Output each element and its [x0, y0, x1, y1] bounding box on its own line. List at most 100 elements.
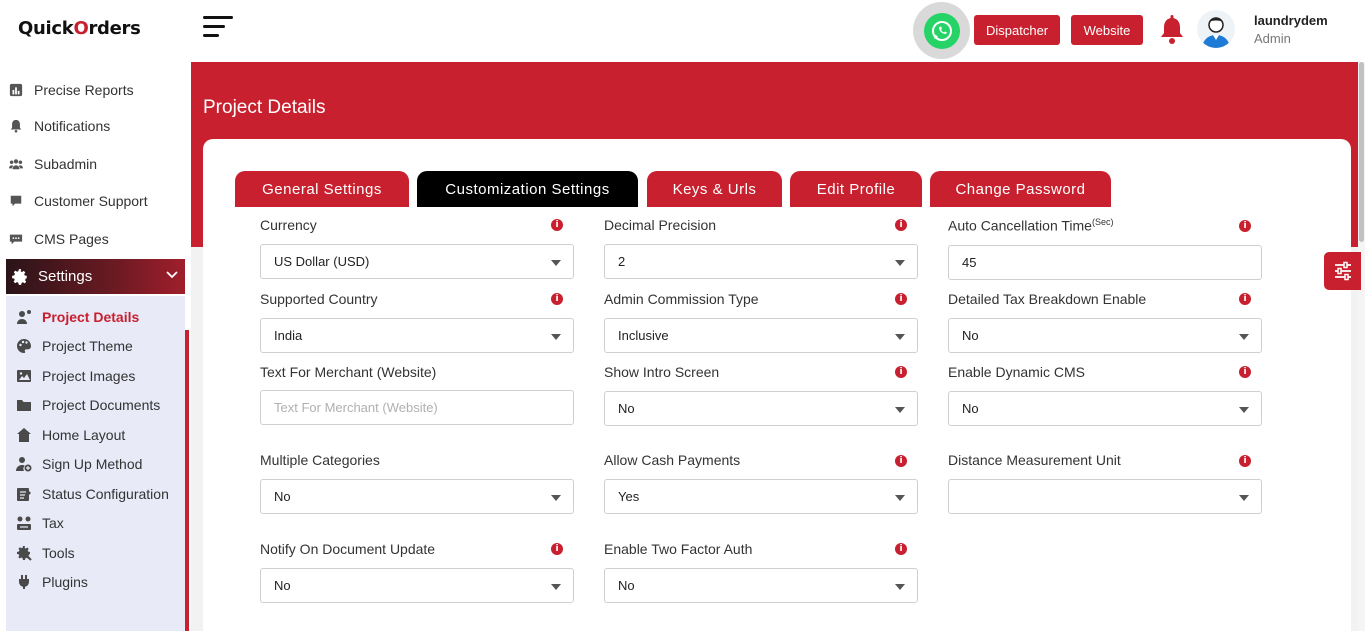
tab-edit-profile[interactable]: Edit Profile [790, 171, 922, 207]
detailed-tax-select[interactable]: No [948, 318, 1262, 353]
info-icon[interactable]: i [895, 543, 907, 555]
decimal-precision-value: 2 [618, 254, 626, 269]
multiple-categories-label: Multiple Categories [260, 452, 380, 468]
tools-icon [14, 544, 34, 562]
tax-icon [14, 514, 34, 532]
menu-toggle-icon[interactable] [203, 16, 235, 42]
submenu-item-label: Tax [42, 515, 64, 531]
admin-commission-type-label: Admin Commission Type [604, 291, 759, 307]
website-button[interactable]: Website [1071, 15, 1143, 45]
sidebar-item-cms-pages[interactable]: CMS Pages [0, 224, 191, 254]
enable-dynamic-cms-label: Enable Dynamic CMS [948, 364, 1085, 380]
tab-change-password[interactable]: Change Password [930, 171, 1111, 207]
auto-cancellation-input[interactable] [948, 245, 1262, 280]
submenu-item-home-layout[interactable]: Home Layout [14, 422, 125, 448]
currency-label: Currency [260, 217, 317, 233]
info-icon[interactable]: i [895, 366, 907, 378]
submenu-item-label: Project Documents [42, 397, 161, 413]
decimal-precision-select[interactable]: 2 [604, 244, 918, 279]
avatar[interactable] [1197, 10, 1235, 48]
submenu-item-plugins[interactable]: Plugins [14, 569, 88, 595]
info-icon[interactable]: i [551, 219, 563, 231]
two-factor-auth-label: Enable Two Factor Auth [604, 541, 753, 557]
sidebar-item-settings[interactable]: Settings [6, 259, 185, 294]
submenu-item-label: Plugins [42, 574, 88, 590]
multiple-categories-select[interactable]: No [260, 479, 574, 514]
show-intro-screen-select[interactable]: No [604, 391, 918, 426]
dispatcher-button[interactable]: Dispatcher [974, 15, 1060, 45]
submenu-item-label: Project Details [42, 309, 140, 325]
caret-down-icon [551, 495, 561, 501]
info-icon[interactable]: i [1239, 455, 1251, 467]
page-scrollbar[interactable] [1358, 62, 1365, 631]
supported-country-select[interactable]: India [260, 318, 574, 353]
caret-down-icon [551, 584, 561, 590]
info-icon[interactable]: i [895, 219, 907, 231]
info-icon[interactable]: i [1239, 366, 1251, 378]
sidebar-item-subadmin[interactable]: Subadmin [0, 149, 191, 179]
currency-select[interactable]: US Dollar (USD) [260, 244, 574, 279]
info-icon[interactable]: i [1239, 293, 1251, 305]
chat-icon [8, 231, 24, 247]
submenu-item-label: Tools [42, 545, 75, 561]
user-role: Admin [1254, 31, 1291, 46]
submenu-item-tax[interactable]: Tax [14, 510, 64, 536]
allow-cash-payments-select[interactable]: Yes [604, 479, 918, 514]
submenu-item-project-documents[interactable]: Project Documents [14, 392, 160, 418]
caret-down-icon [895, 260, 905, 266]
notify-document-update-label: Notify On Document Update [260, 541, 436, 557]
report-icon [8, 82, 24, 98]
info-icon[interactable]: i [551, 543, 563, 555]
info-icon[interactable]: i [895, 293, 907, 305]
tab-customization-settings[interactable]: Customization Settings [417, 171, 638, 207]
logo-text-rest: rders [88, 18, 141, 39]
submenu-item-tools[interactable]: Tools [14, 540, 75, 566]
sidebar-item-customer-support[interactable]: Customer Support [0, 186, 191, 216]
submenu-item-project-theme[interactable]: Project Theme [14, 333, 133, 359]
enable-dynamic-cms-select[interactable]: No [948, 391, 1262, 426]
two-factor-auth-value: No [618, 578, 635, 593]
info-icon[interactable]: i [1239, 220, 1251, 232]
tab-keys-urls[interactable]: Keys & Urls [647, 171, 782, 207]
sidebar-item-precise-reports[interactable]: Precise Reports [0, 75, 191, 105]
detailed-tax-value: No [962, 328, 979, 343]
whatsapp-icon [923, 12, 960, 49]
submenu-item-project-details[interactable]: Project Details [14, 304, 139, 330]
two-factor-auth-select[interactable]: No [604, 568, 918, 603]
info-icon[interactable]: i [551, 293, 563, 305]
notification-bell-icon[interactable] [1158, 15, 1186, 45]
sidebar-item-label: Settings [38, 268, 93, 285]
enable-dynamic-cms-value: No [962, 401, 979, 416]
submenu-item-sign-up-method[interactable]: Sign Up Method [14, 451, 142, 477]
home-icon [14, 426, 34, 444]
status-icon [14, 485, 34, 503]
gear-icon [10, 267, 30, 287]
distance-unit-label: Distance Measurement Unit [948, 452, 1121, 468]
tab-general-settings[interactable]: General Settings [235, 171, 409, 207]
admin-commission-type-value: Inclusive [618, 328, 669, 343]
settings-card [203, 139, 1351, 631]
submenu-item-project-images[interactable]: Project Images [14, 363, 135, 389]
palette-icon [14, 337, 34, 355]
user-plus-icon [14, 455, 34, 473]
submenu-item-label: Home Layout [42, 427, 126, 443]
top-header: Dispatcher Website laundrydem Admin [191, 0, 1365, 62]
notify-document-update-select[interactable]: No [260, 568, 574, 603]
logo[interactable]: QuickOrders [18, 18, 141, 39]
text-for-merchant-input[interactable] [260, 390, 574, 425]
info-icon[interactable]: i [895, 455, 907, 467]
project-icon [14, 308, 34, 326]
sidebar-item-notifications[interactable]: Notifications [0, 111, 191, 141]
whatsapp-button[interactable] [913, 2, 970, 59]
caret-down-icon [1239, 334, 1249, 340]
support-icon [8, 193, 24, 209]
sidebar-item-label: Notifications [34, 118, 111, 134]
sidebar-item-label: Precise Reports [34, 82, 134, 98]
user-name: laundrydem [1254, 13, 1328, 28]
chevron-down-icon [166, 271, 178, 279]
admin-commission-type-select[interactable]: Inclusive [604, 318, 918, 353]
scrollbar-thumb[interactable] [1359, 62, 1364, 242]
submenu-item-status-configuration[interactable]: Status Configuration [14, 481, 169, 507]
distance-unit-select[interactable] [948, 479, 1262, 514]
filter-settings-button[interactable] [1324, 252, 1361, 290]
